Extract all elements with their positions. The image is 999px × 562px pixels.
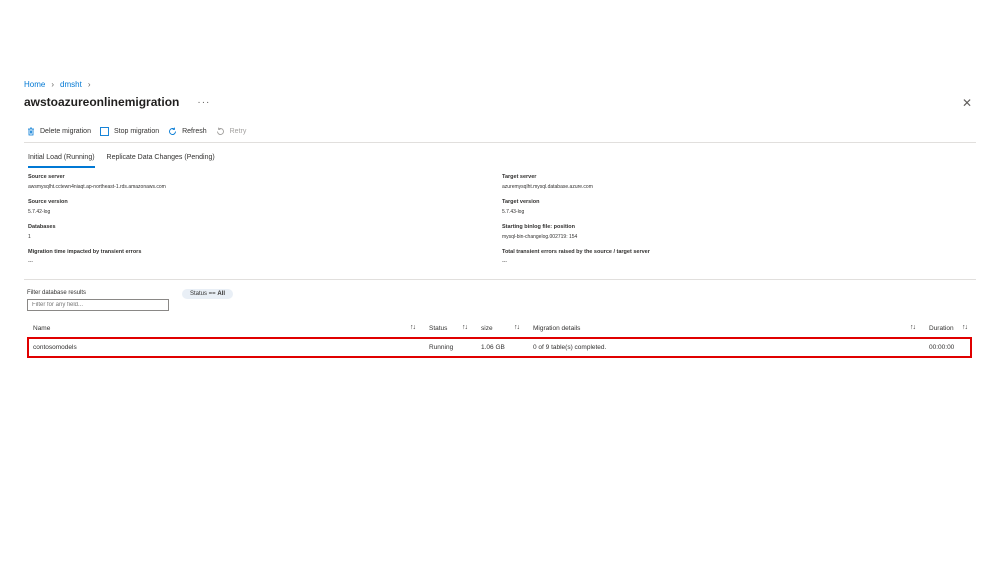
title-row: awstoazureonlinemigration ··· <box>24 95 210 109</box>
retry-label: Retry <box>229 128 247 135</box>
status-filter-value: All <box>217 291 226 297</box>
transient-errors-label: Total transient errors raised by the sou… <box>502 249 650 255</box>
target-version-value: 5.7.43-log <box>502 209 525 215</box>
delete-migration-button[interactable]: Delete migration <box>27 127 91 136</box>
column-header-name[interactable]: Name <box>33 325 50 332</box>
target-server-prop: Target server azuremysqlht.mysql.databas… <box>502 174 593 190</box>
column-header-status[interactable]: Status <box>429 325 447 332</box>
table-row[interactable]: contosomodels Running 1.06 GB 0 of 9 tab… <box>27 337 972 358</box>
column-header-size[interactable]: size <box>481 325 493 332</box>
cell-migration-details: 0 of 9 table(s) completed. <box>533 344 607 351</box>
binlog-prop: Starting binlog file: position mysql-bin… <box>502 224 577 240</box>
databases-value: 1 <box>28 234 31 240</box>
delete-migration-label: Delete migration <box>40 128 91 135</box>
target-server-label: Target server <box>502 174 537 180</box>
refresh-button[interactable]: Refresh <box>168 127 207 136</box>
breadcrumb: Home › dmsht › <box>24 80 96 89</box>
transient-errors-prop: Total transient errors raised by the sou… <box>502 249 650 265</box>
retry-button[interactable]: Retry <box>216 127 247 136</box>
source-server-prop: Source server awsmysqlht.cctewn4niaqt.ap… <box>28 174 166 190</box>
target-version-prop: Target version 5.7.43-log <box>502 199 540 215</box>
stop-migration-button[interactable]: Stop migration <box>100 127 159 136</box>
refresh-label: Refresh <box>182 128 207 135</box>
sort-icon[interactable]: ↑↓ <box>514 324 520 331</box>
filter-label: Filter database results <box>27 290 87 296</box>
filter-section: Filter database results <box>27 290 169 311</box>
close-icon[interactable]: ✕ <box>962 96 972 110</box>
chevron-right-icon: › <box>87 80 91 89</box>
target-server-value: azuremysqlht.mysql.database.azure.com <box>502 184 593 190</box>
cell-name[interactable]: contosomodels <box>33 344 77 351</box>
source-version-prop: Source version 5.7.42-log <box>28 199 68 215</box>
command-bar: Delete migration Stop migration Refresh … <box>27 127 255 136</box>
source-server-value: awsmysqlht.cctewn4niaqt.ap-northeast-1.r… <box>28 184 166 190</box>
migration-time-prop: Migration time impacted by transient err… <box>28 249 141 265</box>
sort-icon[interactable]: ↑↓ <box>462 324 468 331</box>
sort-icon[interactable]: ↑↓ <box>962 324 968 331</box>
tab-list: Initial Load (Running) Replicate Data Ch… <box>28 154 227 168</box>
more-options-icon[interactable]: ··· <box>197 97 210 108</box>
binlog-label: Starting binlog file: position <box>502 224 576 230</box>
cell-duration: 00:00:00 <box>929 344 955 351</box>
column-header-duration[interactable]: Duration <box>929 325 954 332</box>
trash-icon <box>27 127 35 136</box>
sort-icon[interactable]: ↑↓ <box>410 324 416 331</box>
properties-divider <box>24 279 976 280</box>
sort-icon[interactable]: ↑↓ <box>910 324 916 331</box>
tab-initial-load[interactable]: Initial Load (Running) <box>28 154 95 168</box>
stop-icon <box>100 127 109 136</box>
breadcrumb-dmsht[interactable]: dmsht <box>60 80 82 89</box>
binlog-value: mysql-bin-changelog.002719: 154 <box>502 234 578 240</box>
cell-status: Running <box>429 344 454 351</box>
toolbar-divider <box>24 142 976 143</box>
column-header-migration-details[interactable]: Migration details <box>533 325 580 332</box>
tab-replicate-data-changes[interactable]: Replicate Data Changes (Pending) <box>107 154 215 168</box>
filter-input[interactable] <box>27 299 169 311</box>
databases-label: Databases <box>28 224 56 230</box>
cell-size: 1.06 GB <box>481 344 505 351</box>
migration-time-label: Migration time impacted by transient err… <box>28 249 142 255</box>
status-filter-pill[interactable]: Status == All <box>182 289 234 299</box>
databases-prop: Databases 1 <box>28 224 56 240</box>
breadcrumb-home[interactable]: Home <box>24 80 45 89</box>
source-server-label: Source server <box>28 174 65 180</box>
chevron-right-icon: › <box>51 80 55 89</box>
page-title: awstoazureonlinemigration <box>24 95 180 109</box>
source-version-label: Source version <box>28 199 68 205</box>
source-version-value: 5.7.42-log <box>28 209 51 215</box>
table-header: Name ↑↓ Status ↑↓ size ↑↓ Migration deta… <box>27 323 972 335</box>
status-filter-prefix: Status == <box>190 291 216 297</box>
transient-errors-value: --- <box>502 259 507 265</box>
stop-migration-label: Stop migration <box>113 128 160 135</box>
refresh-icon <box>168 127 177 136</box>
migration-time-value: --- <box>28 259 33 265</box>
target-version-label: Target version <box>502 199 540 205</box>
retry-icon <box>216 127 225 136</box>
